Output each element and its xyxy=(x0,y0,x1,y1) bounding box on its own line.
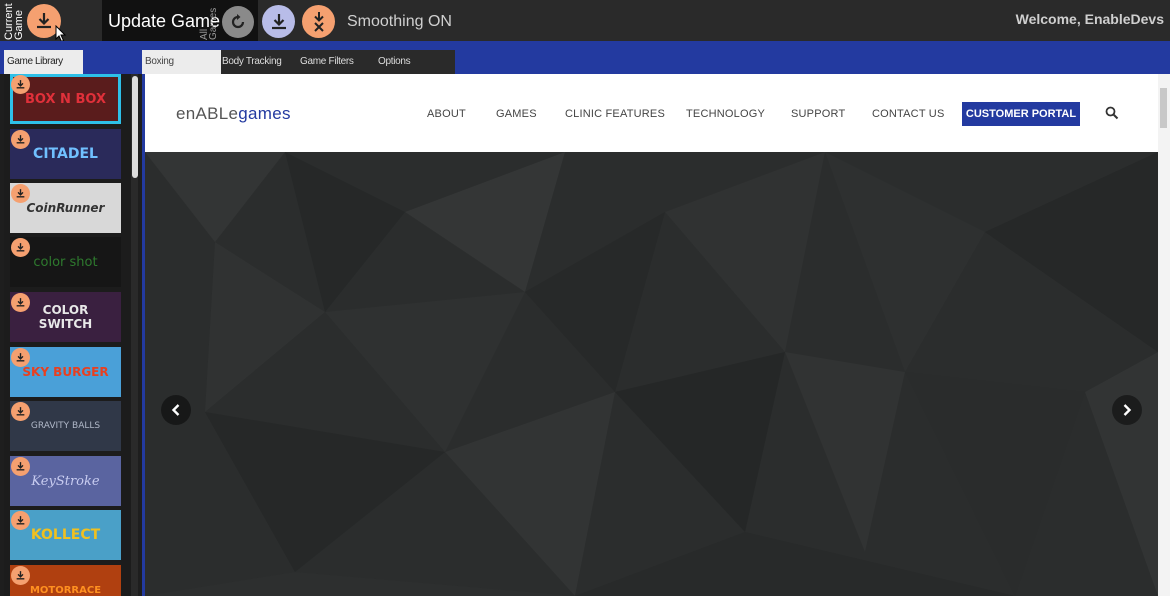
all-games-label: All Games xyxy=(199,7,219,40)
smoothing-toggle[interactable]: Smoothing ON xyxy=(347,13,452,31)
site-navbar: enABLegames ABOUT GAMES CLINIC FEATURES … xyxy=(145,74,1158,152)
download-all-button[interactable] xyxy=(262,5,295,38)
download-icon[interactable] xyxy=(11,293,30,312)
chevron-left-icon xyxy=(171,404,180,416)
download-all-icon xyxy=(271,13,286,29)
carousel-next-button[interactable] xyxy=(1112,395,1142,425)
game-thumb[interactable]: KeyStroke xyxy=(10,456,121,506)
delete-download-icon xyxy=(313,11,324,32)
game-title: color shot xyxy=(33,254,98,270)
game-library-list[interactable]: BOX N BOX CITADEL CoinRunner color shot … xyxy=(4,74,138,596)
search-icon[interactable] xyxy=(1105,106,1119,120)
web-view-scroll-thumb[interactable] xyxy=(1160,88,1167,128)
game-title: SKY BURGER xyxy=(22,365,109,379)
tab-boxing[interactable]: Boxing xyxy=(142,50,221,74)
nav-clinic-features[interactable]: CLINIC FEATURES xyxy=(565,108,665,120)
tab-body-tracking[interactable]: Body Tracking xyxy=(222,50,298,74)
tab-game-filters[interactable]: Game Filters xyxy=(300,50,376,74)
top-bar: Current Game Update Game All Games Smoot… xyxy=(0,0,1170,43)
download-icon[interactable] xyxy=(11,184,30,203)
download-icon[interactable] xyxy=(11,402,30,421)
download-icon[interactable] xyxy=(11,75,30,94)
nav-contact-us[interactable]: CONTACT US xyxy=(872,108,945,120)
nav-technology[interactable]: TECHNOLOGY xyxy=(686,108,765,120)
download-icon xyxy=(37,13,51,29)
download-icon[interactable] xyxy=(11,130,30,149)
tab-options[interactable]: Options xyxy=(378,50,454,74)
library-scrollbar[interactable] xyxy=(132,76,138,178)
download-icon[interactable] xyxy=(11,348,30,367)
download-icon[interactable] xyxy=(11,511,30,530)
game-thumb[interactable]: GRAVITY BALLS xyxy=(10,401,121,451)
game-thumb[interactable]: CoinRunner xyxy=(10,183,121,233)
hero-background-pattern xyxy=(145,152,1158,596)
welcome-text: Welcome, EnableDevs xyxy=(1015,11,1164,27)
game-title: KeyStroke xyxy=(31,473,100,489)
game-title: KOLLECT xyxy=(30,527,101,543)
game-title: BOX N BOX xyxy=(25,91,106,107)
game-title: CITADEL xyxy=(33,146,98,162)
game-thumb[interactable]: CITADEL xyxy=(10,129,121,179)
download-icon[interactable] xyxy=(11,238,30,257)
site-logo[interactable]: enABLegames xyxy=(176,104,291,124)
game-thumb[interactable]: KOLLECT xyxy=(10,510,121,560)
nav-about[interactable]: ABOUT xyxy=(427,108,466,120)
current-game-label: Current Game xyxy=(3,3,25,40)
web-view-scrollbar[interactable] xyxy=(1158,74,1170,596)
reload-icon xyxy=(231,14,245,29)
logo-suffix: games xyxy=(238,104,291,123)
download-icon[interactable] xyxy=(11,457,30,476)
game-title: MOTORRACE xyxy=(29,584,102,596)
game-title: CoinRunner xyxy=(26,201,105,215)
game-thumb[interactable]: COLOR SWITCH xyxy=(10,292,121,342)
logo-prefix: enABLe xyxy=(176,104,239,123)
embedded-web-view[interactable]: enABLegames ABOUT GAMES CLINIC FEATURES … xyxy=(142,74,1170,596)
game-thumb[interactable]: BOX N BOX xyxy=(10,74,121,124)
nav-games[interactable]: GAMES xyxy=(496,108,537,120)
delete-downloads-button[interactable] xyxy=(302,5,335,38)
download-icon[interactable] xyxy=(11,566,30,585)
game-title: COLOR SWITCH xyxy=(38,303,93,331)
hero-carousel xyxy=(145,152,1158,596)
carousel-prev-button[interactable] xyxy=(161,395,191,425)
game-thumb[interactable]: color shot xyxy=(10,237,121,287)
customer-portal-button[interactable]: CUSTOMER PORTAL xyxy=(962,102,1080,126)
tab-game-library[interactable]: Game Library xyxy=(4,50,83,74)
game-title: GRAVITY BALLS xyxy=(30,421,101,431)
chevron-right-icon xyxy=(1123,404,1132,416)
nav-support[interactable]: SUPPORT xyxy=(791,108,845,120)
app-window: Current Game Update Game All Games Smoot… xyxy=(0,0,1170,596)
reload-button[interactable] xyxy=(222,6,254,38)
game-thumb[interactable]: MOTORRACE xyxy=(10,565,121,596)
game-thumb[interactable]: SKY BURGER xyxy=(10,347,121,397)
